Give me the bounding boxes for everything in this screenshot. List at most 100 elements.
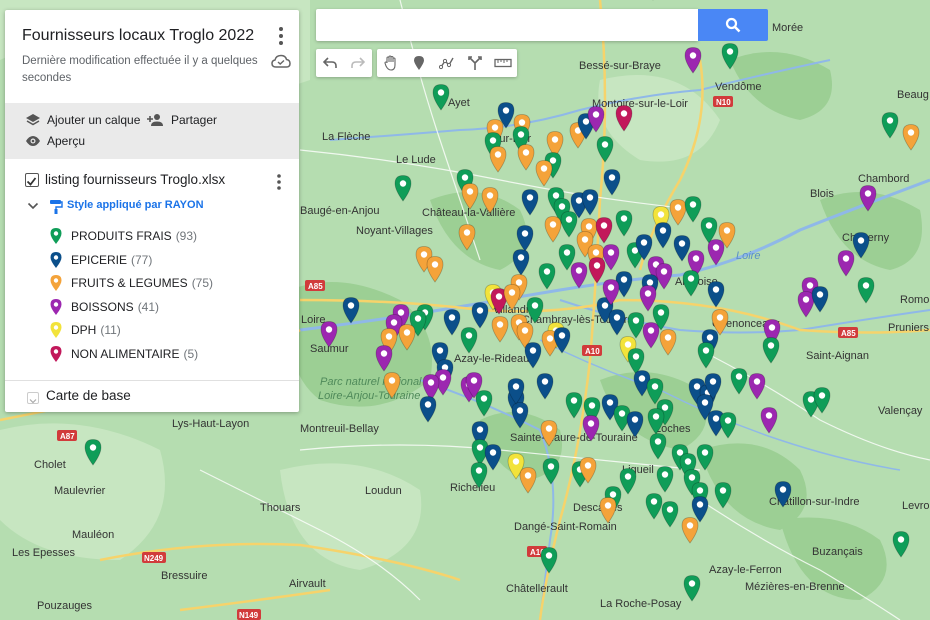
legend-item[interactable]: FRUITS & LEGUMES (75): [49, 273, 289, 293]
map-options-button[interactable]: [271, 24, 291, 48]
layer-name[interactable]: listing fournisseurs Troglo.xlsx: [45, 172, 225, 187]
place-label: Bessé-sur-Braye: [579, 60, 661, 72]
base-map-toggle[interactable]: [27, 392, 39, 404]
place-label: La Flèche: [322, 131, 370, 143]
place-label: Dangé-Saint-Romain: [514, 521, 617, 533]
place-label: Thouars: [260, 502, 301, 514]
person-add-icon: [147, 114, 163, 126]
legend-count: (77): [131, 252, 153, 267]
place-label: Saint-Aignan: [806, 350, 869, 362]
directions-button[interactable]: [461, 49, 489, 77]
place-label: Airvault: [289, 578, 326, 590]
place-label: Baugé-en-Anjou: [300, 205, 380, 217]
search-input[interactable]: [316, 9, 698, 41]
place-label: Loudun: [365, 485, 402, 497]
place-label: La Roche-Posay: [600, 598, 682, 610]
search-button[interactable]: [698, 9, 768, 41]
add-marker-button[interactable]: [405, 49, 433, 77]
add-layer-label: Ajouter un calque: [47, 113, 141, 127]
hand-tool-button[interactable]: [377, 49, 405, 77]
place-label: Maulevrier: [54, 485, 106, 497]
road-shield: N10: [713, 96, 733, 107]
layer-options-button[interactable]: [269, 172, 289, 192]
draw-line-button[interactable]: [433, 49, 461, 77]
last-modified-text: Dernière modification effectuée il y a q…: [22, 55, 258, 84]
svg-text:N249: N249: [144, 554, 164, 563]
place-label: Levroux: [902, 500, 930, 512]
legend-label: PRODUITS FRAIS: [71, 229, 172, 243]
undo-button[interactable]: [316, 49, 344, 77]
style-label: Style appliqué par RAYON: [67, 199, 204, 211]
place-label: Azay-le-Ferron: [709, 564, 782, 576]
add-layer-button[interactable]: Ajouter un calque: [25, 113, 140, 127]
drawing-toolbar: [377, 49, 517, 77]
place-label: Blois: [810, 188, 834, 200]
road-shield: N149: [237, 609, 261, 620]
place-label: Vendôme: [715, 81, 761, 93]
legend-item[interactable]: DPH (11): [49, 320, 289, 340]
road-shield: A85: [838, 327, 858, 338]
history-toolbar: [316, 49, 372, 77]
svg-text:A85: A85: [841, 329, 856, 338]
paint-roller-icon: [50, 200, 63, 214]
place-label: Mauléon: [72, 529, 114, 541]
legend-label: EPICERIE: [71, 252, 128, 267]
undo-icon: [323, 57, 337, 68]
layer-row: listing fournisseurs Troglo.xlsx: [5, 170, 299, 194]
hand-icon: [384, 55, 396, 71]
legend-label: FRUITS & LEGUMES: [71, 276, 188, 291]
river-label: Loire: [736, 250, 760, 262]
ruler-icon: [494, 58, 512, 68]
measure-button[interactable]: [489, 49, 517, 77]
marker-icon: [414, 56, 424, 70]
redo-icon: [351, 57, 365, 68]
place-label: Richelieu: [450, 482, 495, 494]
park-label: Loire-Anjou-Touraine: [318, 390, 420, 402]
legend-label: BOISSONS: [71, 299, 134, 314]
marker-icon: [50, 251, 62, 268]
legend-label: DPH: [71, 323, 97, 338]
eye-icon: [26, 136, 40, 146]
share-button[interactable]: Partager: [147, 113, 217, 127]
place-label: Les Epesses: [12, 547, 75, 559]
place-label: Beaug: [897, 89, 929, 101]
place-label: Château-la-Vallière: [422, 207, 515, 219]
legend-item[interactable]: NON ALIMENTAIRE (5): [49, 344, 289, 364]
legend-item[interactable]: EPICERIE (77): [49, 250, 289, 270]
style-row[interactable]: Style appliqué par RAYON: [5, 196, 299, 218]
marker-icon: [50, 228, 62, 244]
redo-button[interactable]: [344, 49, 372, 77]
more-vert-icon: [279, 27, 283, 45]
legend-item[interactable]: BOISSONS (41): [49, 297, 289, 317]
road-shield: A10: [582, 345, 602, 356]
map-title[interactable]: Fournisseurs locaux Troglo 2022: [22, 27, 254, 45]
legend-count: (5): [183, 347, 199, 361]
place-label: Chambord: [858, 173, 909, 185]
legend-label: NON ALIMENTAIRE: [71, 347, 180, 361]
marker-icon: [50, 346, 62, 362]
place-label: Valençay: [878, 405, 923, 417]
legend-count: (75): [191, 276, 214, 291]
place-label: Buzançais: [812, 546, 863, 558]
layer-visibility-checkbox[interactable]: [25, 173, 39, 187]
svg-text:N149: N149: [239, 611, 259, 620]
check-icon: [26, 177, 37, 186]
draw-line-icon: [439, 57, 454, 70]
place-label: Bressuire: [161, 570, 207, 582]
chevron-down-icon: [27, 202, 39, 210]
svg-text:A87: A87: [60, 432, 75, 441]
panel-actions: Ajouter un calque Partager Aperçu: [5, 103, 299, 159]
place-label: Pruniers: [888, 322, 929, 334]
legend-count: (41): [137, 299, 160, 314]
place-label: Lys-Haut-Layon: [172, 418, 249, 430]
preview-button[interactable]: Aperçu: [25, 134, 85, 148]
legend-count: (11): [100, 323, 121, 338]
place-label: Azay-le-Rideau: [454, 353, 529, 365]
legend-item[interactable]: PRODUITS FRAIS (93): [49, 226, 289, 246]
base-map-row[interactable]: Carte de base: [5, 380, 299, 412]
search-icon: [725, 17, 741, 33]
svg-text:A10: A10: [585, 347, 600, 356]
marker-icon: [50, 298, 62, 315]
panel-header: Fournisseurs locaux Troglo 2022 Dernière…: [5, 10, 299, 103]
place-label: Noyant-Villages: [356, 225, 433, 237]
